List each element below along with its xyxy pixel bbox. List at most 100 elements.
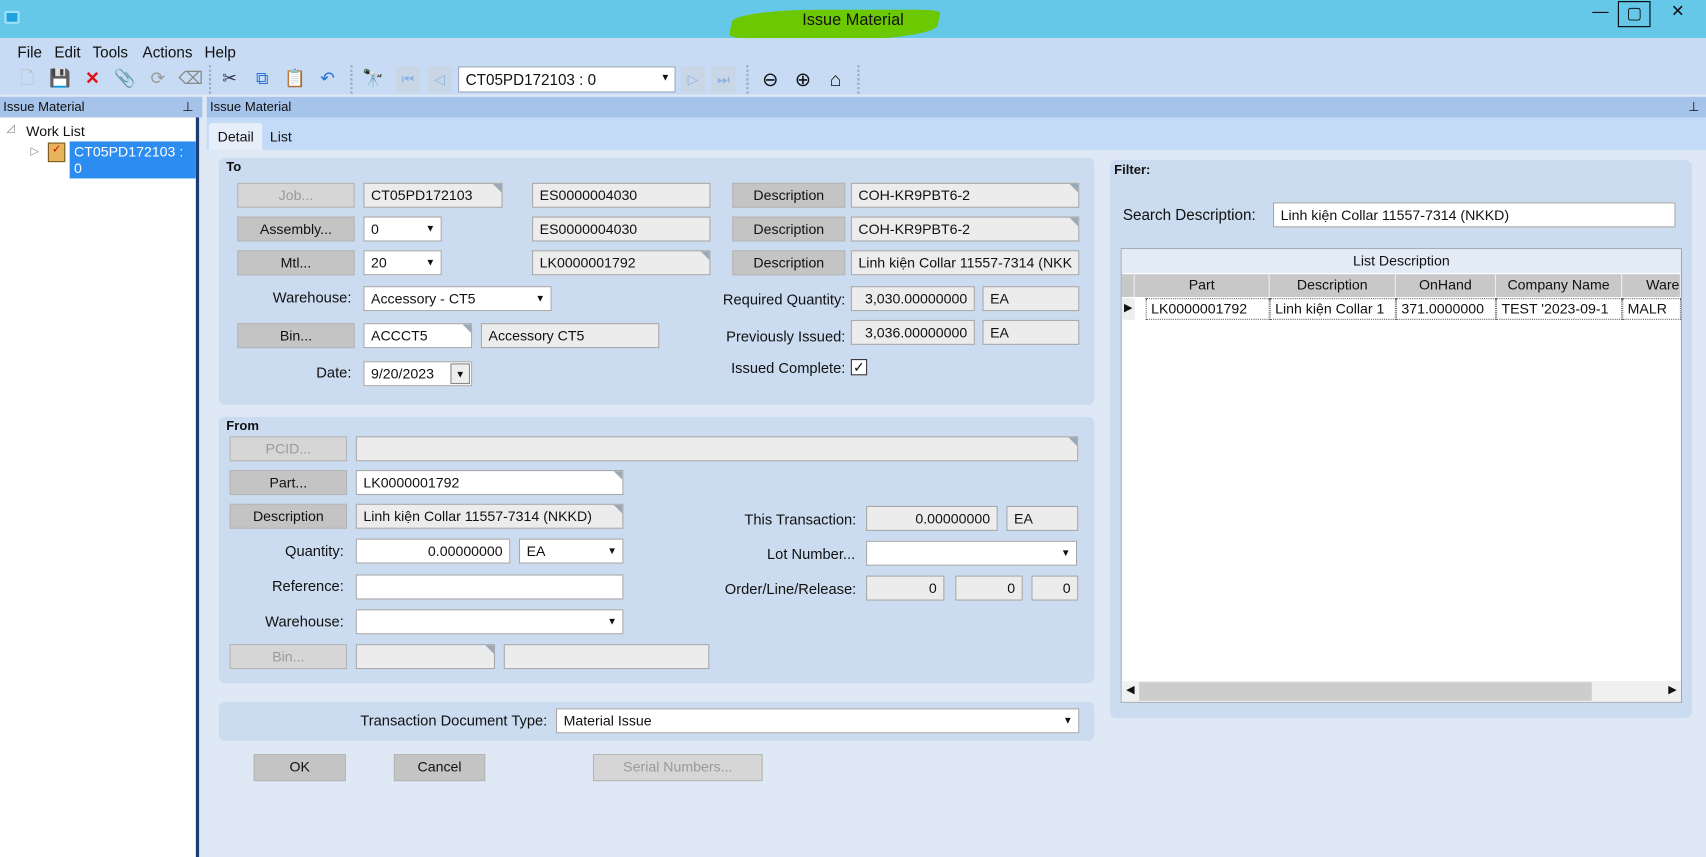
column-header-onhand[interactable]: OnHand [1395, 274, 1497, 298]
grid-title: List Description [1121, 249, 1681, 274]
paste-icon[interactable]: 📋 [283, 67, 307, 91]
column-header-warehouse[interactable]: Ware [1622, 274, 1681, 298]
scroll-right-icon[interactable]: ▶ [1668, 684, 1676, 696]
job-button[interactable]: Job... [237, 182, 355, 208]
job-description-button[interactable]: Description [732, 182, 846, 208]
this-transaction-uom-field: EA [1006, 505, 1079, 531]
to-warehouse-label: Warehouse: [272, 289, 352, 306]
record-selector[interactable]: CT05PD172103 : 0 ▼ [458, 66, 676, 93]
first-record-icon[interactable]: ⏮ [396, 66, 420, 93]
expand-icon[interactable]: ◿ [7, 123, 15, 135]
quantity-uom-combo[interactable]: EA ▼ [518, 538, 624, 564]
last-record-icon[interactable]: ⏭ [711, 66, 736, 93]
delete-icon[interactable]: ✕ [81, 67, 105, 91]
menu-file[interactable]: File [17, 44, 42, 61]
cell-onhand[interactable]: 371.0000000 [1395, 298, 1497, 320]
scroll-left-icon[interactable]: ◀ [1126, 684, 1134, 696]
issued-complete-checkbox[interactable]: ✓ [850, 359, 868, 376]
minimize-button[interactable]: — [1584, 0, 1617, 26]
tab-detail[interactable]: Detail [208, 122, 263, 151]
toolbar-separator [857, 65, 860, 94]
from-description-button[interactable]: Description [229, 503, 348, 529]
home-icon[interactable]: ⌂ [824, 67, 848, 91]
mtl-description-button[interactable]: Description [732, 250, 846, 276]
horizontal-scrollbar[interactable]: ◀ ▶ [1121, 681, 1681, 702]
cell-description[interactable]: Linh kiện Collar 1 [1269, 298, 1396, 320]
assembly-description-field: COH-KR9PBT6-2 [850, 216, 1080, 242]
from-bin-field [355, 644, 496, 670]
lot-number-label[interactable]: Lot Number... [675, 546, 855, 562]
serial-numbers-button[interactable]: Serial Numbers... [592, 753, 763, 782]
to-bin-field[interactable]: ACCCT5 [363, 323, 473, 349]
transaction-document-type-combo[interactable]: Material Issue ▼ [555, 708, 1080, 734]
lot-number-combo[interactable]: ▼ [866, 540, 1078, 566]
previous-record-icon[interactable]: ◁ [427, 66, 452, 93]
date-field[interactable]: 9/20/2023 ▼ [363, 361, 473, 387]
part-button[interactable]: Part... [229, 470, 348, 496]
chevron-down-icon: ▼ [535, 292, 546, 304]
to-warehouse-combo[interactable]: Accessory - CT5 ▼ [363, 286, 552, 312]
close-button[interactable]: ✕ [1661, 0, 1694, 26]
chevron-down-icon: ▼ [1063, 714, 1073, 726]
undo-icon[interactable]: ↶ [316, 67, 340, 91]
pin-icon[interactable]: ⊥ [182, 99, 193, 114]
assembly-combo[interactable]: 0 ▼ [363, 216, 442, 242]
tab-list[interactable]: List [261, 123, 300, 150]
mtl-button[interactable]: Mtl... [237, 250, 355, 276]
left-panel-title: Issue Material [3, 99, 85, 115]
scrollbar-thumb[interactable] [1139, 682, 1592, 701]
tree-item-record[interactable]: CT05PD172103 : 0 [69, 141, 196, 179]
part-field[interactable]: LK0000001792 [355, 470, 624, 496]
previously-issued-field: 3,036.00000000 [850, 319, 975, 345]
chevron-down-icon: ▼ [425, 256, 436, 268]
pin-icon[interactable]: ⊥ [1688, 99, 1699, 114]
menu-tools[interactable]: Tools [92, 44, 128, 61]
reference-field[interactable] [355, 574, 624, 600]
job-es-field: ES0000004030 [532, 182, 711, 208]
next-record-icon[interactable]: ▷ [681, 66, 706, 93]
job-field[interactable]: CT05PD172103 [363, 182, 503, 208]
new-icon[interactable]: 🗋 [15, 67, 39, 91]
column-header-description[interactable]: Description [1269, 274, 1396, 298]
row-pointer-icon[interactable]: ▶ [1121, 298, 1135, 320]
issue-material-window: Issue Material — ▢ ✕ File Edit Tools Act… [0, 0, 1706, 857]
column-header-company-name[interactable]: Company Name [1496, 274, 1623, 298]
to-bin-button[interactable]: Bin... [237, 323, 355, 349]
from-bin-button[interactable]: Bin... [229, 644, 348, 670]
ok-button[interactable]: OK [253, 753, 346, 782]
menu-edit[interactable]: Edit [54, 44, 80, 61]
column-header-part[interactable]: Part [1134, 274, 1270, 298]
previously-issued-uom-field: EA [982, 319, 1080, 345]
chevron-down-icon: ▼ [660, 71, 671, 83]
chevron-down-icon: ▼ [1060, 547, 1071, 559]
menu-help[interactable]: Help [205, 44, 236, 61]
refresh-icon[interactable]: ⟳ [146, 67, 170, 91]
back-icon[interactable]: ⊖ [758, 67, 782, 91]
cancel-button[interactable]: Cancel [393, 753, 486, 782]
pcid-button[interactable]: PCID... [229, 436, 348, 462]
tree-root-label[interactable]: Work List [26, 123, 85, 139]
window-title: Issue Material [802, 10, 904, 30]
search-icon[interactable]: 🔭 [361, 67, 385, 91]
copy-icon[interactable]: ⧉ [250, 67, 274, 91]
from-warehouse-combo[interactable]: ▼ [355, 609, 624, 635]
forward-icon[interactable]: ⊕ [791, 67, 815, 91]
search-description-input[interactable]: Linh kiện Collar 11557-7314 (NKKD) [1272, 202, 1676, 228]
cell-part[interactable]: LK0000001792 [1145, 298, 1270, 320]
calendar-dropdown-icon[interactable]: ▼ [450, 363, 471, 385]
cell-company-name[interactable]: TEST '2023-09-1 [1496, 298, 1623, 320]
left-panel-header: Issue Material ⊥ [0, 96, 203, 118]
maximize-button[interactable]: ▢ [1617, 1, 1651, 28]
eraser-icon[interactable]: ⌫ [178, 67, 203, 91]
quantity-field[interactable]: 0.00000000 [355, 538, 511, 564]
assembly-button[interactable]: Assembly... [237, 216, 355, 242]
menu-actions[interactable]: Actions [143, 44, 193, 61]
cut-icon[interactable]: ✂ [218, 67, 242, 91]
attach-icon[interactable]: 📎 [113, 67, 137, 91]
collapse-icon[interactable]: ▷ [30, 146, 38, 158]
quantity-label: Quantity: [285, 542, 344, 560]
assembly-description-button[interactable]: Description [732, 216, 846, 242]
mtl-combo[interactable]: 20 ▼ [363, 250, 442, 276]
cell-warehouse[interactable]: MALR [1622, 298, 1681, 320]
save-icon[interactable]: 💾 [48, 67, 72, 91]
